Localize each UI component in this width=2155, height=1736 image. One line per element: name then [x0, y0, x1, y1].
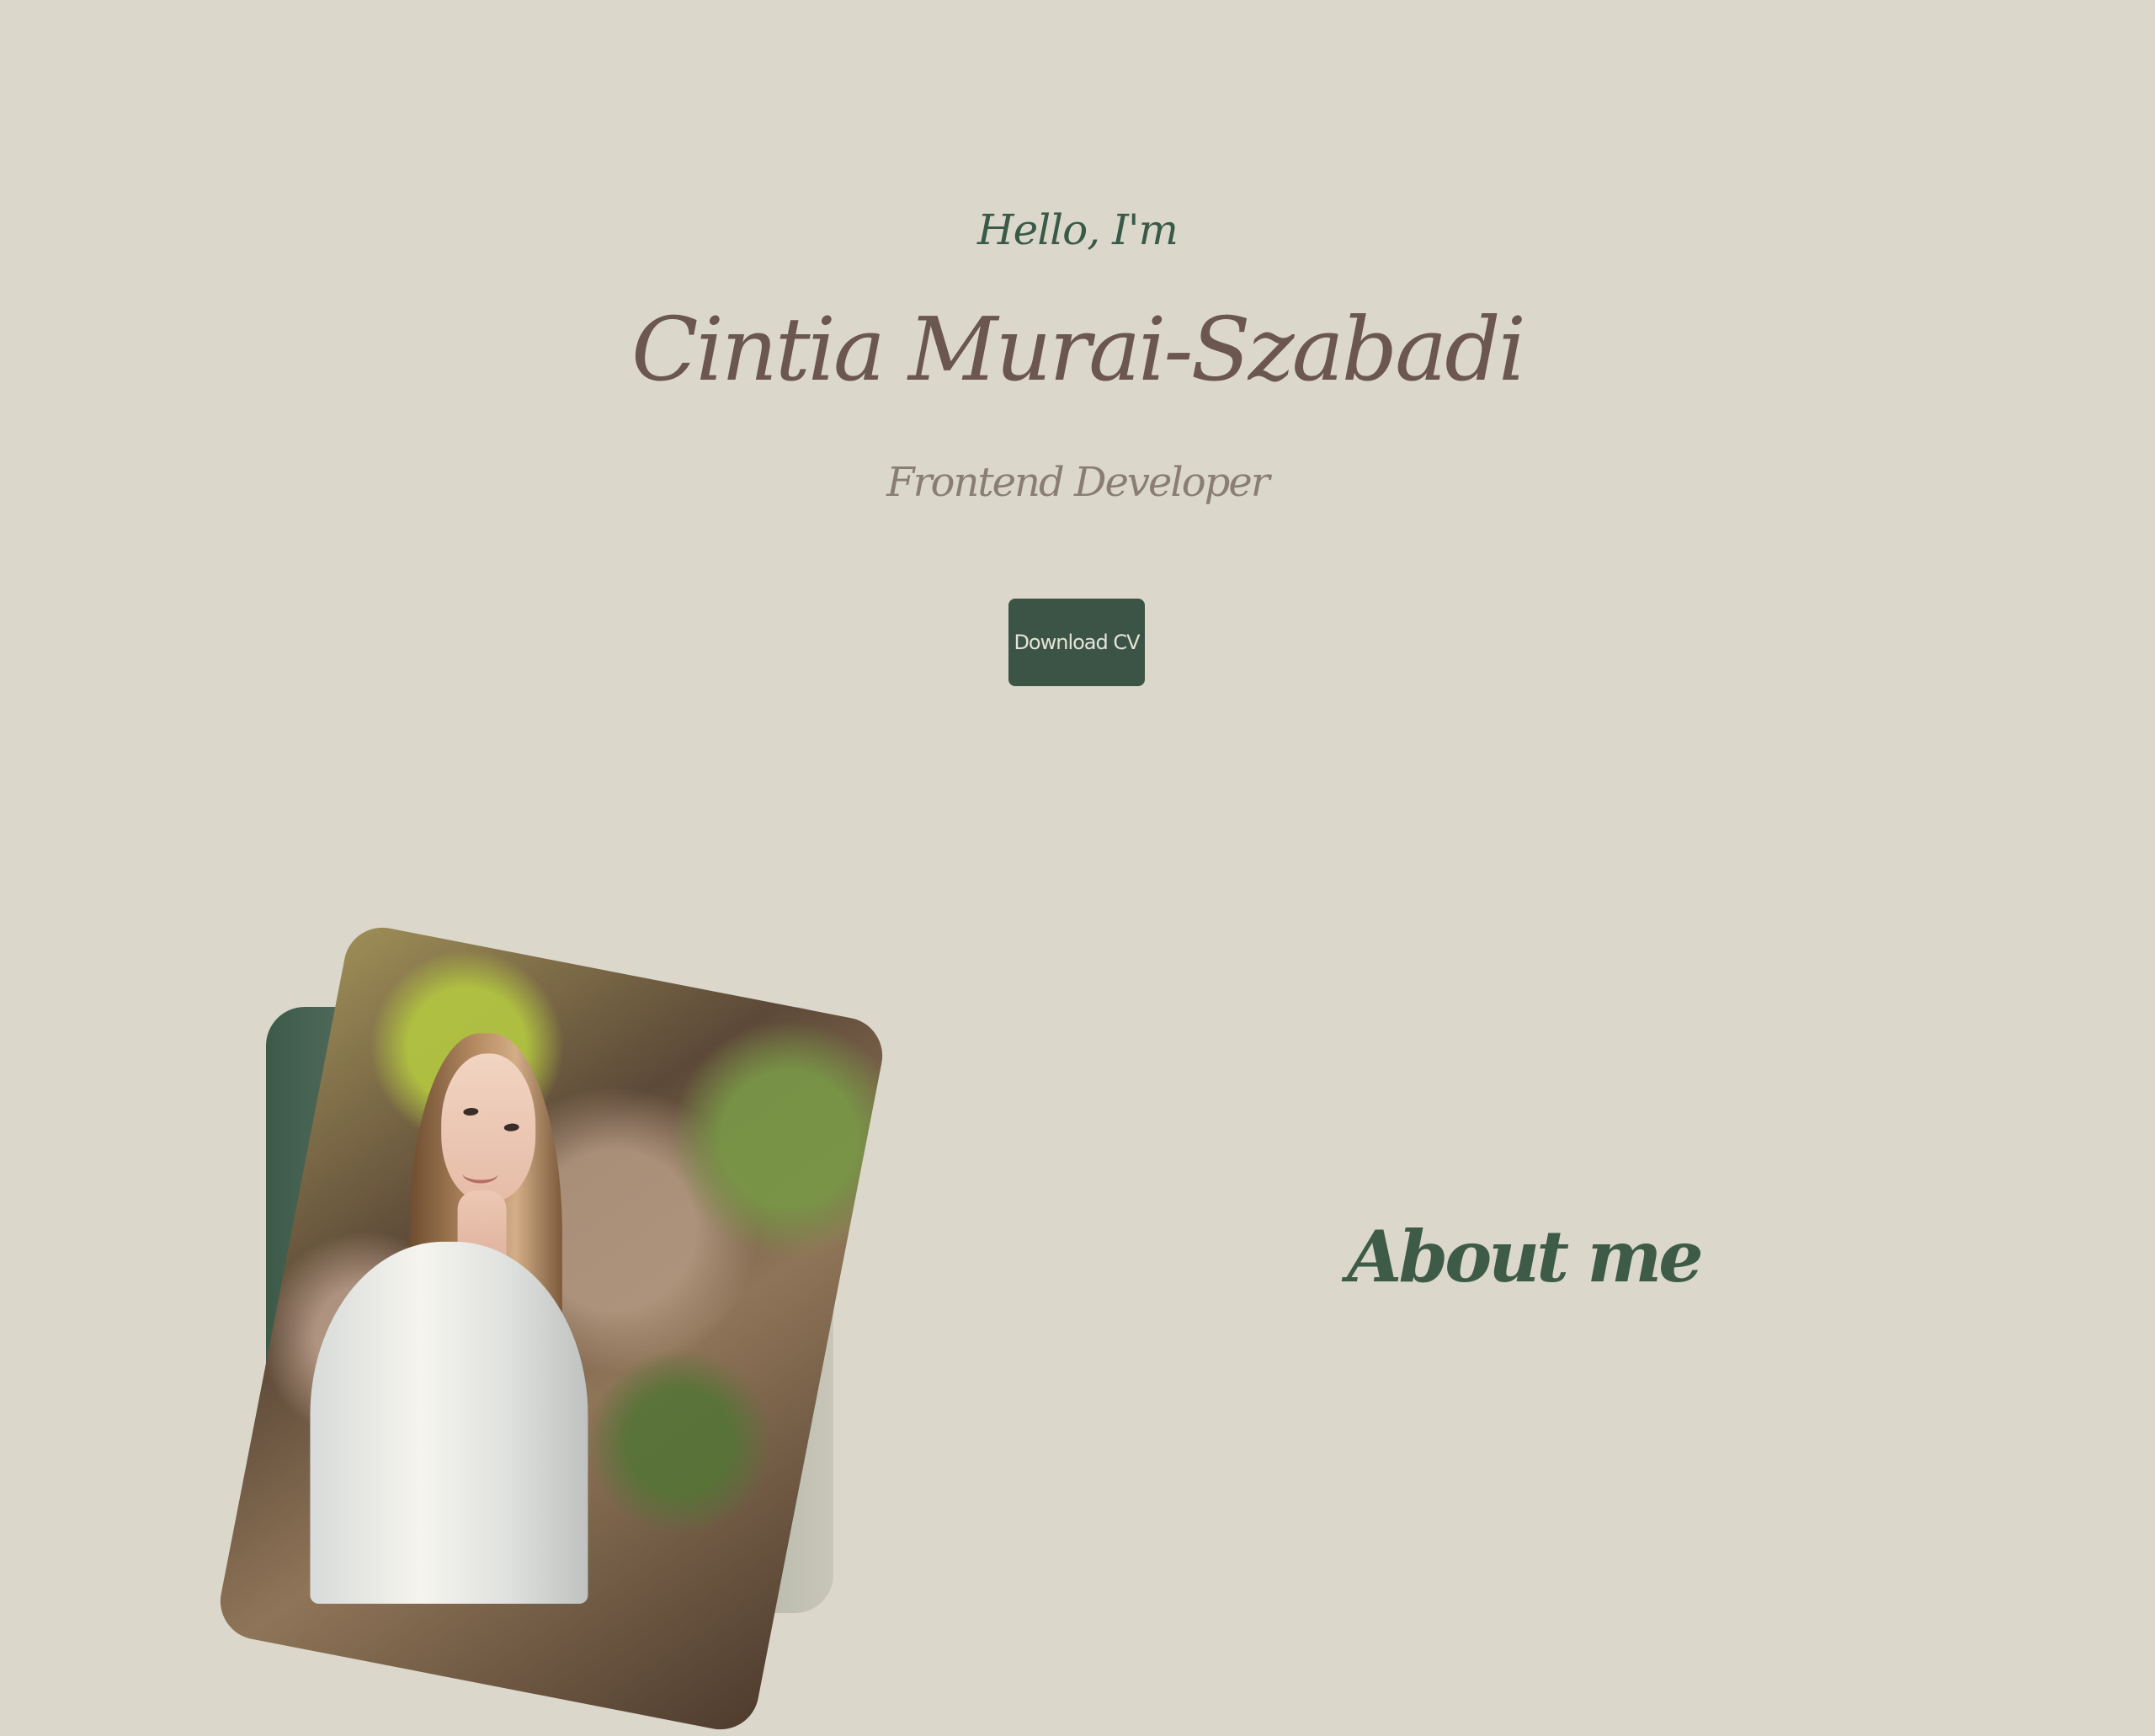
hero-section: Hello, I'm Cintia Murai-Szabadi Frontend… — [0, 0, 2155, 758]
photo-shirt-shape — [310, 1241, 588, 1604]
greeting-text: Hello, I'm — [977, 205, 1179, 254]
download-cv-button[interactable]: Download CV — [1008, 599, 1145, 686]
job-title: Frontend Developer — [886, 459, 1269, 506]
name-heading: Cintia Murai-Szabadi — [631, 298, 1526, 401]
photo-smile — [462, 1164, 498, 1184]
profile-photo-section — [213, 920, 892, 1736]
about-heading: About me — [1347, 1214, 1703, 1298]
